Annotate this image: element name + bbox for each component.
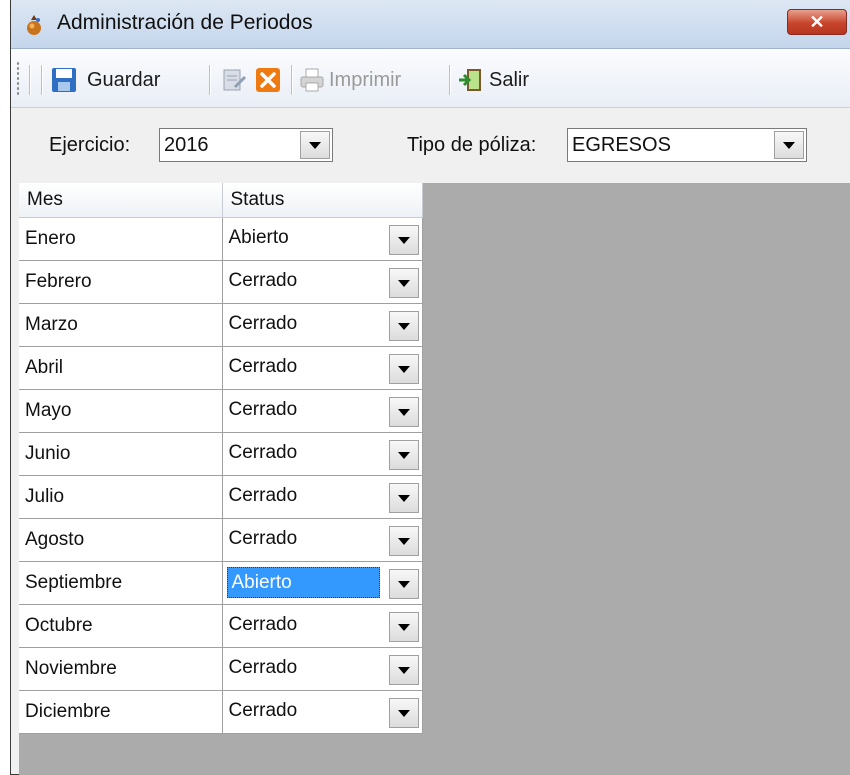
mes-cell[interactable]: Octubre (19, 604, 223, 648)
mes-cell[interactable]: Febrero (19, 260, 223, 304)
status-cell[interactable]: Cerrado (222, 346, 423, 390)
status-value: Cerrado (228, 699, 298, 721)
exit-button[interactable]: Salir (489, 65, 529, 95)
save-icon[interactable] (51, 67, 77, 93)
toolbar-separator (29, 65, 31, 95)
status-value: Cerrado (228, 484, 298, 506)
mes-cell[interactable]: Septiembre (19, 561, 223, 605)
chevron-down-icon[interactable] (388, 697, 419, 728)
mes-cell[interactable]: Enero (19, 217, 223, 261)
mes-cell[interactable]: Diciembre (19, 690, 223, 734)
tipo-poliza-value: EGRESOS (572, 134, 671, 156)
ejercicio-value: 2016 (164, 134, 209, 156)
delete-icon[interactable] (255, 67, 281, 93)
close-icon: ✕ (809, 12, 825, 32)
tipo-poliza-select[interactable]: EGRESOS (567, 128, 807, 162)
table-row[interactable]: Junio Cerrado (19, 432, 423, 476)
table-row[interactable]: Octubre Cerrado (19, 604, 423, 648)
status-cell[interactable]: Cerrado (222, 432, 423, 476)
status-cell[interactable]: Cerrado (222, 389, 423, 433)
chevron-down-icon[interactable] (388, 353, 419, 384)
chevron-down-icon[interactable] (774, 131, 804, 159)
chevron-down-icon[interactable] (388, 396, 419, 427)
status-cell[interactable]: Cerrado (222, 604, 423, 648)
chevron-down-icon[interactable] (388, 267, 419, 298)
status-value: Cerrado (228, 312, 298, 334)
column-header-mes[interactable]: Mes (19, 183, 223, 218)
status-value: Cerrado (228, 398, 298, 420)
status-value-selected[interactable]: Abierto (226, 566, 380, 598)
status-value: Cerrado (228, 441, 298, 463)
grid-header-row: Mes Status (19, 183, 423, 218)
status-value: Cerrado (228, 527, 298, 549)
tipo-poliza-label: Tipo de póliza: (407, 134, 537, 156)
status-cell[interactable]: Cerrado (222, 260, 423, 304)
toolbar-separator (209, 65, 211, 95)
chevron-down-icon[interactable] (388, 654, 419, 685)
table-row[interactable]: Marzo Cerrado (19, 303, 423, 347)
mes-cell[interactable]: Julio (19, 475, 223, 519)
mes-cell[interactable]: Mayo (19, 389, 223, 433)
chevron-down-icon[interactable] (388, 482, 419, 513)
edit-document-icon[interactable] (221, 67, 247, 93)
periods-table: Mes Status Enero Abierto Febrero Cerrado… (19, 183, 423, 734)
table-row[interactable]: Agosto Cerrado (19, 518, 423, 562)
administracion-periodos-window: Administración de Periodos ✕ Guardar Imp… (10, 0, 850, 775)
ejercicio-select[interactable]: 2016 (159, 128, 333, 162)
status-value: Cerrado (228, 269, 298, 291)
exit-door-icon[interactable] (457, 67, 483, 93)
save-button[interactable]: Guardar (87, 65, 160, 95)
close-button[interactable]: ✕ (787, 9, 847, 35)
title-bar[interactable]: Administración de Periodos ✕ (11, 0, 850, 49)
status-cell[interactable]: Cerrado (222, 647, 423, 691)
chevron-down-icon[interactable] (388, 525, 419, 556)
toolbar-separator (41, 65, 43, 95)
chevron-down-icon[interactable] (388, 224, 419, 255)
printer-icon[interactable] (299, 67, 325, 93)
table-row[interactable]: Mayo Cerrado (19, 389, 423, 433)
chevron-down-icon[interactable] (388, 568, 419, 599)
chevron-down-icon[interactable] (300, 131, 330, 159)
mes-cell[interactable]: Abril (19, 346, 223, 390)
mes-cell[interactable]: Noviembre (19, 647, 223, 691)
window-title: Administración de Periodos (57, 11, 313, 34)
chevron-down-icon[interactable] (388, 310, 419, 341)
app-icon (27, 15, 41, 35)
table-row[interactable]: Julio Cerrado (19, 475, 423, 519)
chevron-down-icon[interactable] (388, 611, 419, 642)
table-row[interactable]: Diciembre Cerrado (19, 690, 423, 734)
chevron-down-icon[interactable] (388, 439, 419, 470)
column-header-status[interactable]: Status (222, 183, 423, 218)
mes-cell[interactable]: Marzo (19, 303, 223, 347)
status-cell[interactable]: Cerrado (222, 690, 423, 734)
toolbar-grip[interactable] (16, 61, 20, 97)
status-cell[interactable]: Abierto (222, 217, 423, 261)
status-value: Abierto (228, 226, 289, 248)
mes-cell[interactable]: Junio (19, 432, 223, 476)
table-row[interactable]: Septiembre Abierto (19, 561, 423, 605)
toolbar-separator (291, 65, 293, 95)
status-value: Cerrado (228, 613, 298, 635)
status-cell[interactable]: Cerrado (222, 303, 423, 347)
toolbar-separator (449, 65, 451, 95)
status-value: Cerrado (228, 656, 298, 678)
ejercicio-label: Ejercicio: (49, 134, 131, 156)
table-row[interactable]: Noviembre Cerrado (19, 647, 423, 691)
table-row[interactable]: Abril Cerrado (19, 346, 423, 390)
table-row[interactable]: Febrero Cerrado (19, 260, 423, 304)
status-value: Cerrado (228, 355, 298, 377)
periods-grid: Mes Status Enero Abierto Febrero Cerrado… (19, 183, 850, 775)
mes-cell[interactable]: Agosto (19, 518, 223, 562)
table-row[interactable]: Enero Abierto (19, 217, 423, 261)
print-button[interactable]: Imprimir (329, 65, 401, 95)
status-cell[interactable]: Cerrado (222, 475, 423, 519)
status-cell[interactable]: Cerrado (222, 518, 423, 562)
toolbar: Guardar Imprimir Salir (11, 49, 850, 108)
status-cell-selected[interactable]: Abierto (222, 561, 423, 605)
